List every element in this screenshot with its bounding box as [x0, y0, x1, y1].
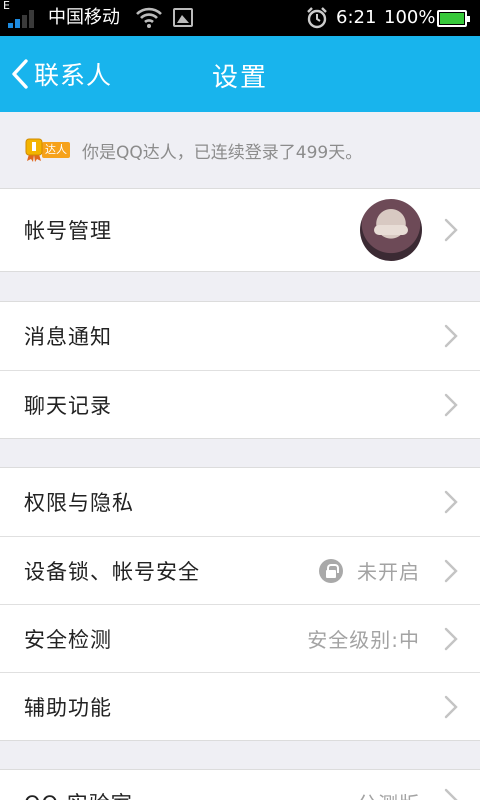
account-group: 帐号管理 [0, 188, 480, 272]
signal-icon [8, 10, 38, 28]
row-label: 辅助功能 [24, 695, 112, 720]
chevron-right-icon [444, 788, 458, 800]
daren-banner[interactable]: 达人 你是QQ达人，已连续登录了499天。 [0, 112, 480, 188]
chevron-right-icon [444, 393, 458, 416]
wifi-icon [136, 7, 162, 28]
labs-row[interactable]: QQ 实验室 分测版 [0, 770, 480, 800]
daren-tag: 达人 [42, 142, 70, 158]
message-notification-row[interactable]: 消息通知 [0, 302, 480, 370]
page-title: 设置 [211, 63, 268, 93]
battery-icon [437, 10, 470, 27]
messages-group: 消息通知 聊天记录 [0, 301, 480, 439]
carrier-name: 中国移动 [48, 7, 120, 28]
row-label: QQ 实验室 [24, 788, 133, 800]
lock-icon [319, 558, 343, 583]
battery-percent: 100% [384, 7, 436, 28]
row-label: 设备锁、帐号安全 [24, 559, 200, 584]
chevron-right-icon [444, 559, 458, 582]
labs-value: 分测版 [357, 788, 420, 800]
daren-badge: 达人 [24, 138, 70, 162]
row-label: 权限与隐私 [24, 491, 134, 515]
status-bar: E 中国移动 6:21 100% [0, 0, 480, 36]
security-group: 权限与隐私 设备锁、帐号安全 未开启 安全检测 安全级别:中 辅助功能 [0, 467, 480, 741]
row-label: 消息通知 [24, 325, 112, 349]
medal-icon [25, 138, 43, 162]
account-management-row[interactable]: 帐号管理 [0, 189, 480, 271]
daren-text: 你是QQ达人，已连续登录了499天。 [82, 142, 363, 163]
alarm-icon [307, 7, 327, 29]
chevron-right-icon [444, 490, 458, 514]
chevron-right-icon [444, 218, 458, 242]
row-label: 聊天记录 [24, 393, 112, 418]
avatar [360, 199, 422, 261]
chevron-right-icon [444, 627, 458, 650]
labs-group: QQ 实验室 分测版 [0, 769, 480, 800]
clock: 6:21 [336, 7, 377, 28]
chevron-right-icon [444, 695, 458, 718]
privacy-row[interactable]: 权限与隐私 [0, 468, 480, 536]
gallery-icon [173, 8, 193, 27]
security-check-row[interactable]: 安全检测 安全级别:中 [0, 604, 480, 672]
device-lock-status: 未开启 [319, 556, 420, 585]
status-text: 未开启 [357, 560, 420, 584]
title-bar: 联系人 设置 [0, 36, 480, 112]
security-level: 安全级别:中 [307, 628, 420, 652]
chevron-right-icon [444, 324, 458, 348]
row-label: 安全检测 [24, 627, 112, 652]
account-management-label: 帐号管理 [24, 219, 112, 243]
device-lock-row[interactable]: 设备锁、帐号安全 未开启 [0, 536, 480, 604]
accessibility-row[interactable]: 辅助功能 [0, 672, 480, 740]
chat-history-row[interactable]: 聊天记录 [0, 370, 480, 438]
